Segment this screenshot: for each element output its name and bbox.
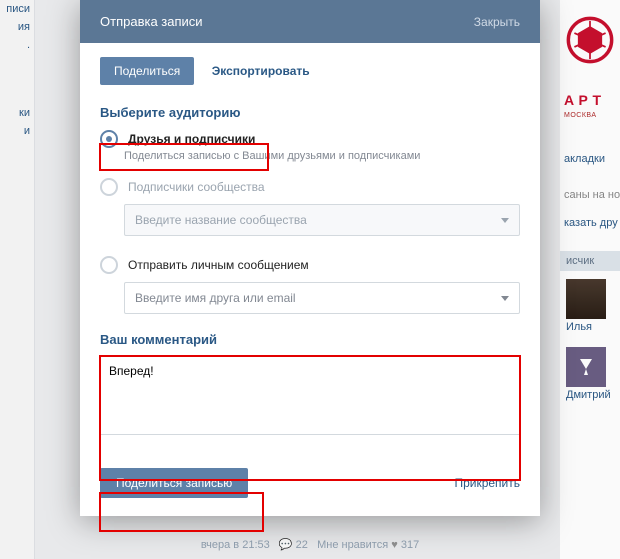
chevron-down-icon (501, 296, 509, 301)
close-button[interactable]: Закрыть (474, 15, 520, 29)
submit-button[interactable]: Поделиться записью (100, 468, 248, 498)
radio-community[interactable]: Подписчики сообщества (100, 176, 520, 198)
radio-label: Отправить личным сообщением (128, 258, 309, 272)
tab-export[interactable]: Экспортировать (198, 57, 324, 85)
chevron-down-icon (501, 218, 509, 223)
modal-title: Отправка записи (100, 14, 203, 29)
radio-icon (100, 256, 118, 274)
modal-overlay: Отправка записи Закрыть Поделиться Экспо… (0, 0, 620, 559)
dropdown-placeholder: Введите имя друга или email (135, 291, 296, 305)
radio-label: Подписчики сообщества (128, 180, 265, 194)
comment-textarea[interactable] (100, 355, 520, 435)
radio-private[interactable]: Отправить личным сообщением (100, 254, 520, 276)
tab-share[interactable]: Поделиться (100, 57, 194, 85)
radio-icon (100, 178, 118, 196)
community-dropdown[interactable]: Введите название сообщества (124, 204, 520, 236)
radio-icon (100, 130, 118, 148)
share-modal: Отправка записи Закрыть Поделиться Экспо… (80, 0, 540, 516)
audience-heading: Выберите аудиторию (100, 105, 520, 120)
comment-heading: Ваш комментарий (100, 332, 520, 347)
radio-friends[interactable]: Друзья и подписчики (100, 128, 520, 150)
radio-label: Друзья и подписчики (128, 132, 255, 146)
dropdown-placeholder: Введите название сообщества (135, 213, 307, 227)
modal-tabs: Поделиться Экспортировать (80, 43, 540, 91)
attach-link[interactable]: Прикрепить (454, 476, 520, 490)
hint-friends: Поделиться записью с Вашими друзьями и п… (124, 150, 520, 162)
modal-header: Отправка записи Закрыть (80, 0, 540, 43)
recipient-dropdown[interactable]: Введите имя друга или email (124, 282, 520, 314)
